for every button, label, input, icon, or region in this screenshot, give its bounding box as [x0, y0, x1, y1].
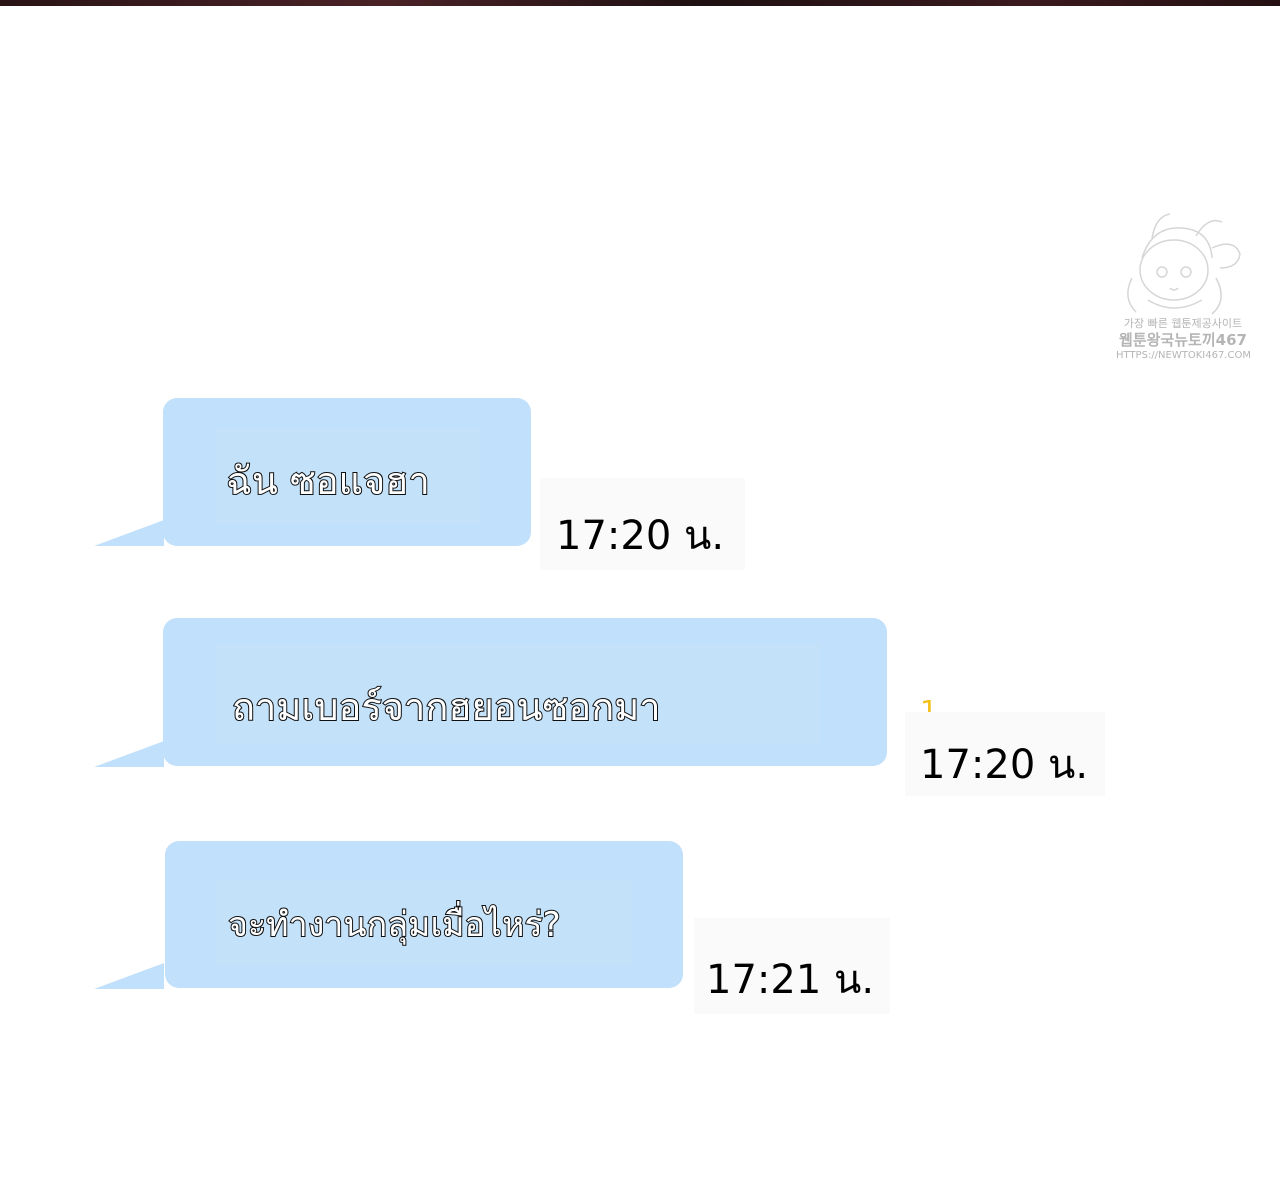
message-timestamp: 17:20 น. — [556, 513, 725, 559]
message-text: จะทำงานกลุ่มเมื่อไหร่? — [227, 905, 562, 945]
top-image-strip — [0, 0, 1280, 6]
bubble-tail — [94, 520, 164, 546]
watermark: 가장 빠른 웹툰제공사이트 웹툰왕국뉴토끼467 HTTPS://NEWTOKI… — [1112, 208, 1252, 378]
message-timestamp: 17:20 น. — [920, 742, 1089, 788]
watermark-url: HTTPS://NEWTOKI467.COM — [1116, 350, 1250, 361]
bubble-tail — [94, 963, 164, 989]
bubble-tail — [94, 741, 164, 767]
watermark-site-name: 웹툰왕국뉴토끼467 — [1119, 331, 1247, 349]
mascot-watermark-icon — [1127, 213, 1241, 315]
message-text: ถามเบอร์จากฮยอนซอกมา — [231, 685, 662, 729]
message-timestamp: 17:21 น. — [706, 957, 875, 1003]
message-text: ฉัน ซอแจฮา — [225, 459, 431, 503]
